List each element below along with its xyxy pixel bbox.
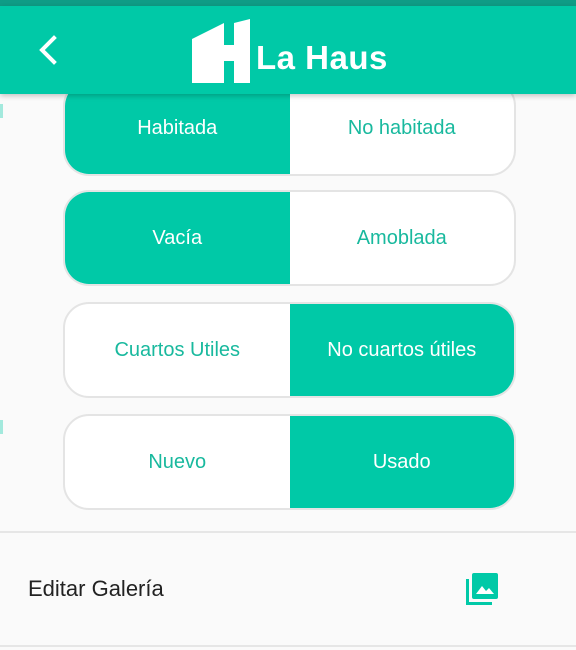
app-title: La Haus — [256, 39, 388, 76]
option-habitada[interactable]: Habitada — [65, 82, 290, 174]
form-content: Habitada No habitada Vacía Amoblada Cuar… — [0, 0, 576, 650]
app-bar: La Haus — [0, 6, 576, 94]
edit-gallery-row[interactable]: Editar Galería — [0, 533, 576, 645]
divider — [0, 645, 576, 647]
la-haus-logo — [192, 19, 250, 83]
photo-library-icon[interactable] — [464, 571, 500, 607]
option-no-habitada[interactable]: No habitada — [290, 82, 515, 174]
brand: La Haus — [190, 18, 388, 84]
back-button[interactable] — [26, 28, 70, 72]
option-cuartos-utiles[interactable]: Cuartos Utiles — [65, 304, 290, 396]
option-usado[interactable]: Usado — [289, 416, 514, 508]
toggle-furnishing: Vacía Amoblada — [63, 190, 516, 286]
option-vacia[interactable]: Vacía — [65, 192, 290, 284]
edit-gallery-label: Editar Galería — [28, 576, 164, 601]
edge-indicator — [0, 104, 3, 118]
option-amoblada[interactable]: Amoblada — [290, 192, 515, 284]
edge-indicator — [0, 420, 3, 434]
toggle-utility-rooms: Cuartos Utiles No cuartos útiles — [63, 302, 516, 398]
option-nuevo[interactable]: Nuevo — [65, 416, 290, 508]
toggle-occupancy: Habitada No habitada — [63, 80, 516, 176]
toggle-condition: Nuevo Usado — [63, 414, 516, 510]
option-no-cuartos-utiles[interactable]: No cuartos útiles — [289, 304, 514, 396]
back-arrow-icon — [39, 35, 57, 65]
